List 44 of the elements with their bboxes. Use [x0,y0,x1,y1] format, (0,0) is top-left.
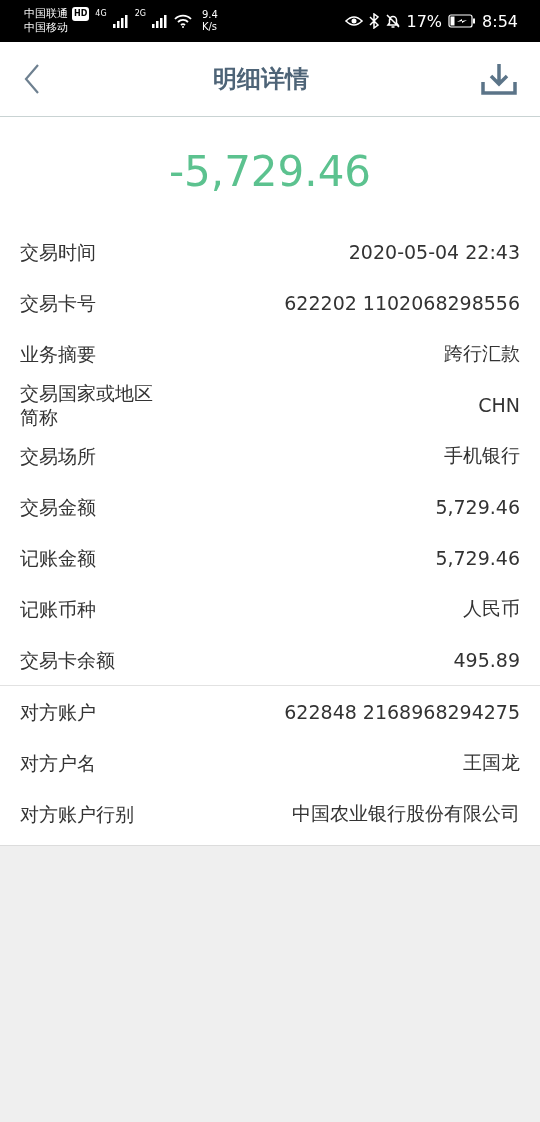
chevron-left-icon [22,62,42,96]
eye-icon [344,14,363,28]
field-label: 交易时间 [20,239,96,264]
battery-charging-icon [448,14,477,28]
carrier-name: 中国移动 [24,21,69,35]
clock-time: 8:54 [482,11,518,31]
field-value: 手机银行 [444,442,520,468]
field-label: 交易卡余额 [20,647,115,672]
field-label: 对方账户行别 [20,801,134,826]
field-label: 记账币种 [20,596,96,621]
bell-off-icon [384,13,401,29]
battery-percent: 17% [406,11,443,31]
field-value: 5,729.46 [435,546,520,569]
network-type: 4G [95,9,107,18]
field-value: CHN [478,393,520,416]
field-value: 495.89 [453,648,520,671]
field-value: 人民币 [463,595,520,621]
carrier-name: 中国联通 [24,7,68,21]
field-label: 对方账户 [20,699,96,724]
hd-badge: HD [72,7,90,21]
field-value: 2020-05-04 22:43 [348,240,520,263]
field-label: 交易国家或地区简称 [20,380,154,429]
field-label: 对方户名 [20,750,96,775]
transaction-amount: -5,729.46 [167,146,373,198]
field-label: 记账金额 [20,545,96,570]
page-title: 明细详情 [213,64,309,95]
download-icon [480,62,518,96]
wifi-icon [173,14,192,28]
speed-value: 9.4 [201,9,218,21]
field-value: 622848 2168968294275 [284,700,520,723]
speed-unit: K/s [201,21,218,33]
field-value: 跨行汇款 [444,340,520,366]
signal-icon [151,14,168,28]
network-type: 2G [134,9,146,18]
field-value: 中国农业银行股份有限公司 [292,800,520,826]
field-value: 622202 1102068298556 [284,291,520,314]
signal-icon [112,14,129,28]
field-value: 5,729.46 [435,495,520,518]
field-label: 交易场所 [20,443,96,468]
field-label: 业务摘要 [20,341,96,366]
field-value: 王国龙 [463,749,520,775]
bluetooth-icon [368,13,379,29]
field-label: 交易金额 [20,494,96,519]
field-label: 交易卡号 [20,290,96,315]
